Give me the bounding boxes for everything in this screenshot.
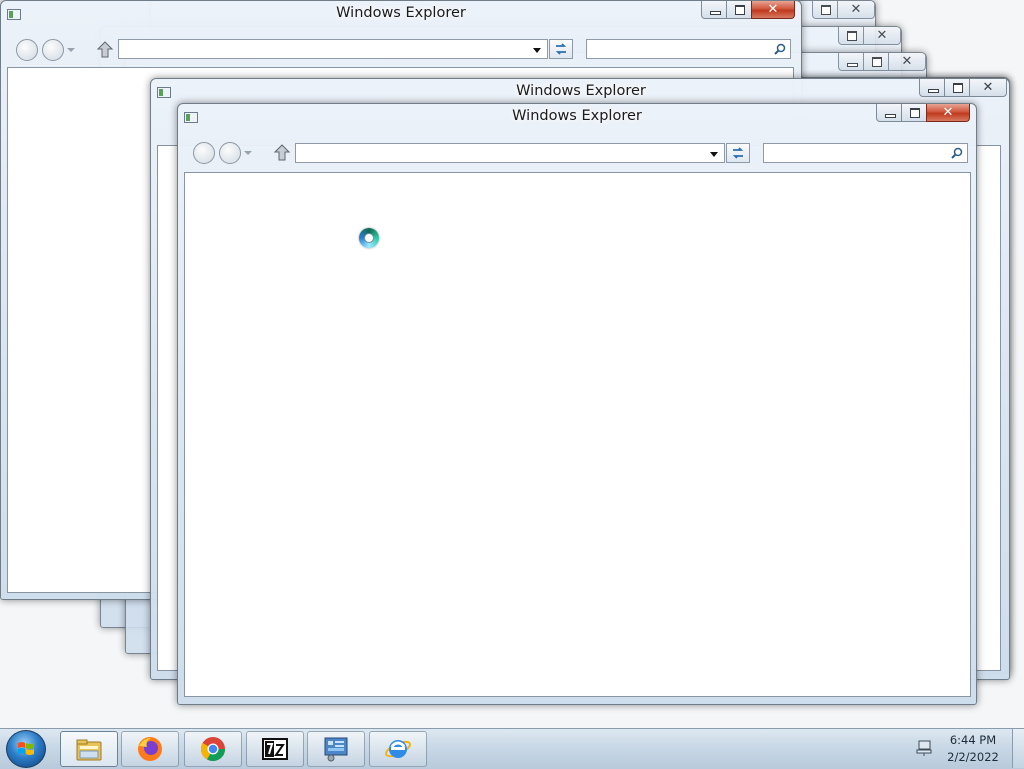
window-controls: ✕ (876, 104, 970, 124)
taskbar-firefox[interactable] (121, 731, 179, 767)
magnifier-icon[interactable] (774, 43, 786, 55)
maximize-button[interactable] (901, 104, 927, 122)
minimize-button[interactable] (919, 79, 945, 97)
window-controls: ✕ (838, 53, 926, 73)
maximize-button[interactable] (812, 1, 838, 19)
taskbar-internet-explorer[interactable] (369, 731, 427, 767)
minimize-button[interactable] (838, 53, 864, 71)
refresh-button[interactable] (726, 143, 750, 163)
clock-date: 2/2/2022 (947, 750, 999, 764)
clock-time: 6:44 PM (949, 733, 997, 747)
close-button[interactable]: ✕ (863, 27, 901, 45)
start-button[interactable] (6, 730, 46, 768)
forward-arrow-icon[interactable] (219, 142, 241, 164)
refresh-button[interactable] (549, 39, 573, 59)
minimize-button[interactable] (701, 1, 727, 19)
window-title: Windows Explorer (516, 83, 646, 99)
7zip-icon (262, 738, 288, 760)
search-box[interactable] (763, 143, 968, 163)
system-clock[interactable]: 6:44 PM 2/2/2022 (940, 732, 1006, 766)
window-title: Windows Explorer (512, 108, 642, 124)
search-box[interactable] (586, 39, 791, 59)
chrome-icon (200, 737, 225, 762)
magnifier-icon[interactable] (951, 147, 963, 159)
taskbar-control-panel[interactable] (307, 731, 365, 767)
busy-spinner-icon (359, 228, 379, 248)
recent-pages-dropdown[interactable] (244, 151, 252, 155)
window-controls: ✕ (838, 27, 901, 47)
ie-icon (385, 740, 411, 758)
maximize-button[interactable] (838, 27, 864, 45)
windows-orb-icon (18, 742, 34, 755)
address-bar[interactable] (118, 39, 548, 59)
close-button[interactable]: ✕ (926, 104, 970, 122)
folder-icon (76, 739, 102, 761)
forward-arrow-icon[interactable] (42, 39, 64, 61)
taskbar-7zip[interactable] (246, 731, 304, 767)
folder-content-pane[interactable] (184, 172, 971, 697)
explorer-window-front[interactable]: Windows Explorer ✕ (177, 103, 977, 705)
maximize-button[interactable] (944, 79, 970, 97)
navigation-buttons (193, 142, 252, 164)
close-button[interactable]: ✕ (969, 79, 1007, 97)
back-arrow-icon[interactable] (193, 142, 215, 164)
up-arrow-icon[interactable] (274, 144, 290, 162)
close-button[interactable]: ✕ (751, 1, 795, 19)
window-controls: ✕ (812, 1, 875, 21)
navigation-buttons (16, 39, 75, 61)
minimize-button[interactable] (876, 104, 902, 122)
back-arrow-icon[interactable] (16, 39, 38, 61)
refresh-icon (732, 147, 744, 159)
show-desktop-button[interactable] (1012, 729, 1024, 768)
address-dropdown-icon[interactable] (710, 152, 718, 157)
recent-pages-dropdown[interactable] (67, 48, 75, 52)
window-controls: ✕ (701, 1, 795, 21)
network-icon[interactable] (915, 739, 933, 757)
address-bar[interactable] (295, 143, 725, 163)
close-button[interactable]: ✕ (837, 1, 875, 19)
taskbar-chrome[interactable] (184, 731, 242, 767)
refresh-icon (555, 43, 567, 55)
taskbar-windows-explorer[interactable] (60, 731, 118, 767)
firefox-icon (138, 737, 162, 761)
address-dropdown-icon[interactable] (533, 48, 541, 53)
up-arrow-icon[interactable] (97, 41, 113, 59)
window-title: Windows Explorer (336, 5, 466, 21)
taskbar: 6:44 PM 2/2/2022 (0, 728, 1024, 769)
maximize-button[interactable] (863, 53, 889, 71)
window-controls: ✕ (919, 79, 1007, 99)
close-button[interactable]: ✕ (888, 53, 926, 71)
control-panel-icon (324, 737, 348, 762)
maximize-button[interactable] (726, 1, 752, 19)
